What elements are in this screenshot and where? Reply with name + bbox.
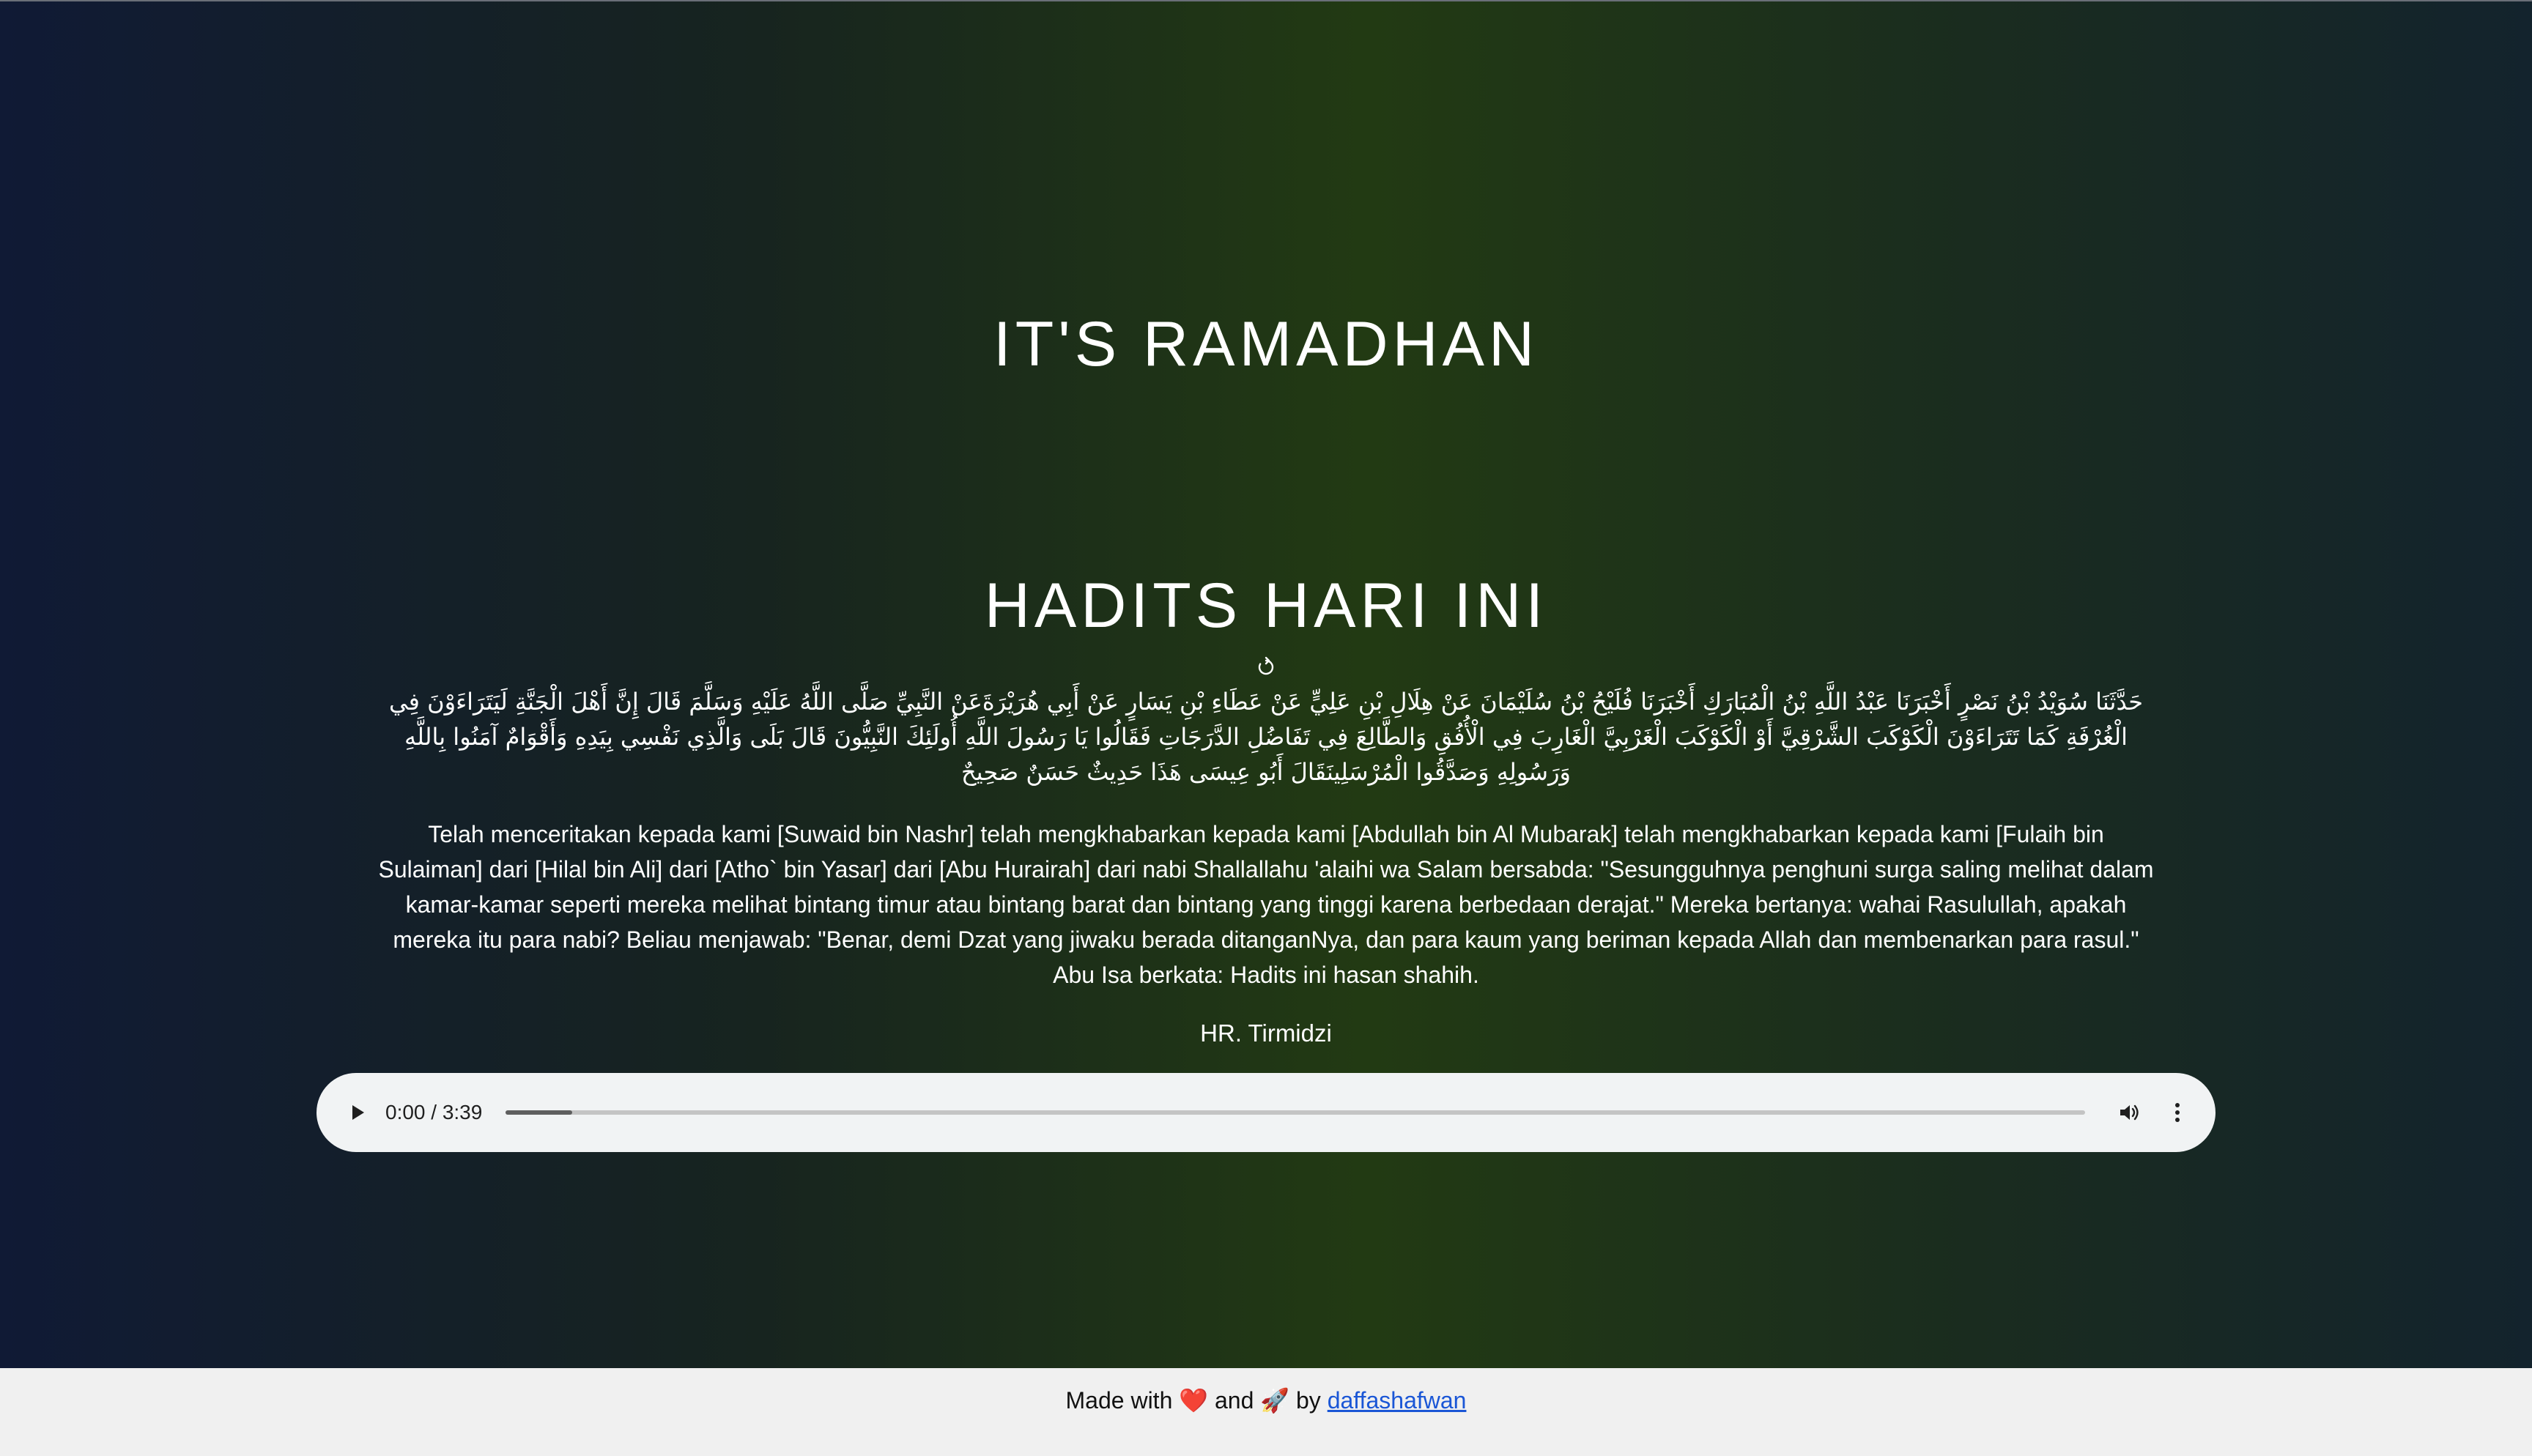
audio-player: 0:00 / 3:39 (316, 1073, 2216, 1152)
hadith-translation: Telah menceritakan kepada kami [Suwaid b… (378, 821, 2154, 988)
volume-icon (2120, 1104, 2139, 1121)
play-button[interactable] (340, 1095, 375, 1130)
footer-prefix: Made with (1065, 1387, 1173, 1414)
refresh-icon[interactable] (1254, 655, 1278, 679)
hero-section: IT'S RAMADHAN HADITS HARI INI حَدَّثَنَا… (0, 0, 2532, 1368)
hadith-arabic-text: حَدَّثَنَا سُوَيْدُ بْنُ نَصْرٍ أَخْبَرَ… (388, 688, 2144, 786)
audio-time-display: 0:00 / 3:39 (385, 1101, 483, 1123)
hadith-heading: HADITS HARI INI (984, 571, 1548, 641)
volume-button[interactable] (2111, 1095, 2147, 1130)
play-icon (352, 1105, 364, 1120)
footer-credit: Made with ❤️ and 🚀 by daffashafwan (0, 1386, 2532, 1415)
audio-progress-track[interactable] (506, 1110, 2085, 1115)
heart-icon: ❤️ (1179, 1387, 1209, 1414)
more-options-button[interactable] (2160, 1095, 2195, 1130)
footer-by: by (1296, 1387, 1321, 1414)
more-vertical-icon (2175, 1103, 2180, 1122)
hadith-source: HR. Tirmidzi (1200, 1019, 1332, 1047)
footer-and: and (1214, 1387, 1254, 1414)
author-link[interactable]: daffashafwan (1328, 1387, 1467, 1414)
rocket-icon: 🚀 (1260, 1387, 1290, 1414)
audio-progress-fill (506, 1110, 572, 1115)
page-title: IT'S RAMADHAN (993, 309, 1539, 379)
footer: Made with ❤️ and 🚀 by daffashafwan (0, 1368, 2532, 1456)
